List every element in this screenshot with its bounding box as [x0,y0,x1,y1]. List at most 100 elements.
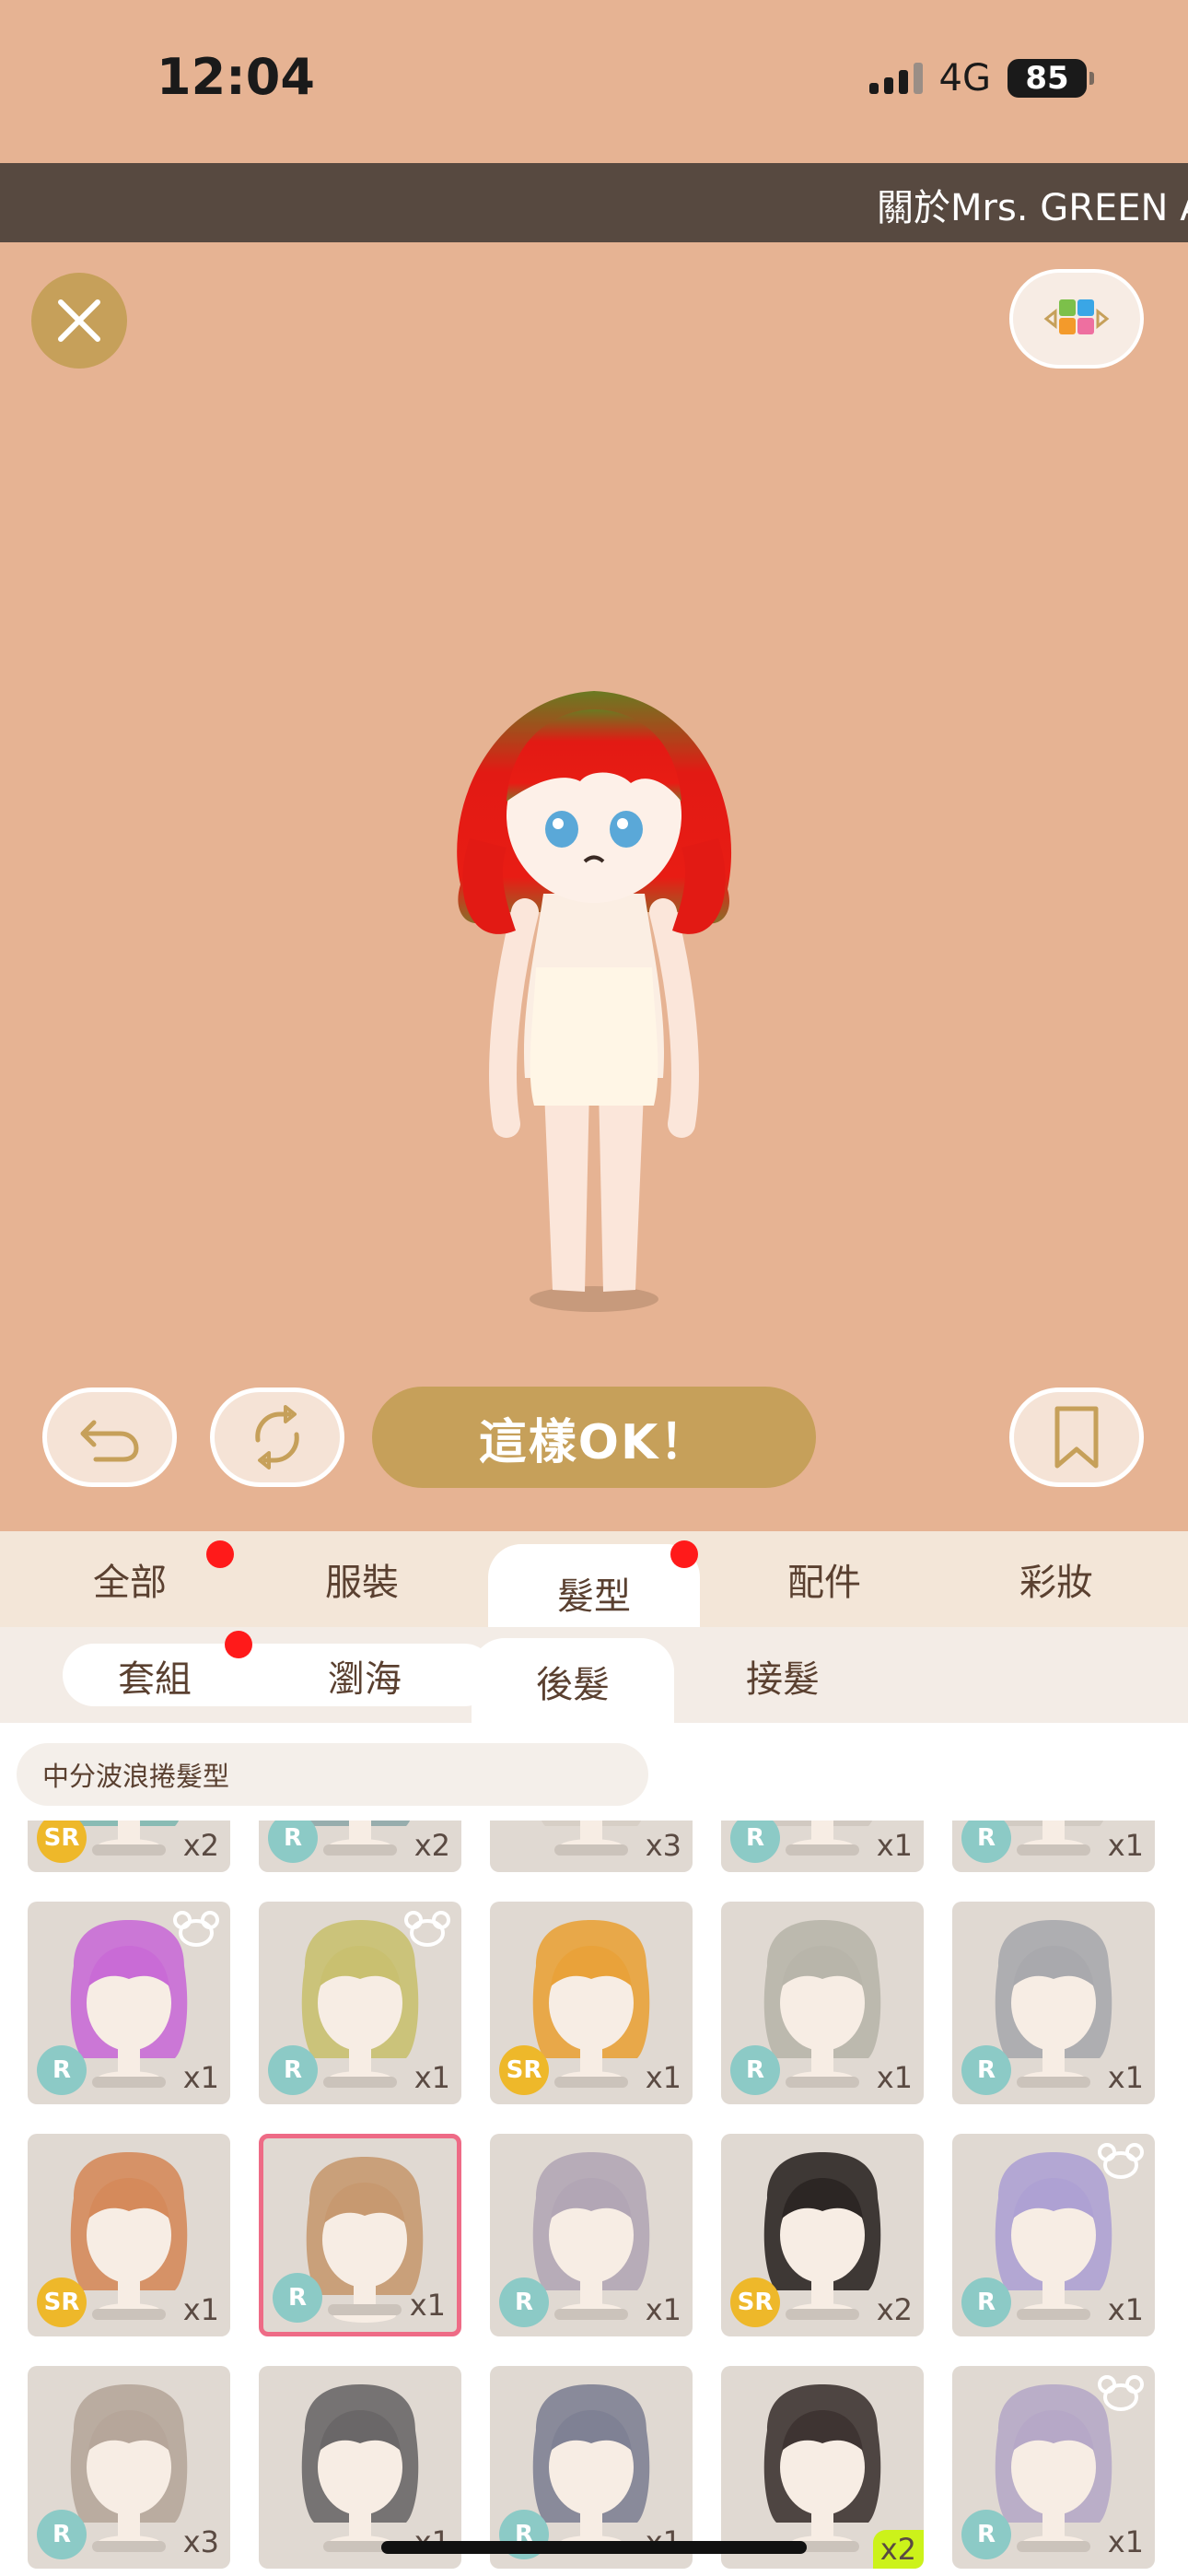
tab-label: 配件 [787,1562,861,1604]
bookmark-icon [1054,1406,1099,1469]
close-icon [58,299,100,342]
battery-indicator: 85 [1007,59,1094,98]
item-quantity: x1 [1107,1828,1144,1863]
item-tile[interactable]: Rx1 [490,2134,693,2336]
item-quantity: x1 [1107,2524,1144,2559]
item-quantity: x1 [645,2292,681,2327]
network-label: 4G [938,57,991,100]
bookmark-button[interactable] [1009,1388,1144,1487]
tab-all[interactable]: 全部 [24,1531,236,1627]
item-tile[interactable]: Rx1 [952,1821,1155,1872]
item-tile[interactable]: Rx1 [952,2134,1155,2336]
rarity-badge: R [730,2045,780,2095]
bear-icon [173,1911,219,1947]
item-quantity: x1 [1107,2292,1144,2327]
mannequin-stand [554,2309,628,2320]
item-tile[interactable]: SR x2 [721,2134,924,2336]
item-tile[interactable]: Rx1 [952,2366,1155,2569]
item-tile[interactable]: Rx1 [259,1902,461,2104]
mannequin-stand [92,1844,166,1856]
item-quantity: x1 [876,1828,913,1863]
mannequin-stand [1017,2309,1090,2320]
confirm-ok-button[interactable]: 這樣OK！ [372,1387,816,1488]
mannequin-stand [323,1844,397,1856]
item-tile[interactable]: Rx1 [28,1902,230,2104]
subtab-bangs[interactable]: 瀏海 [263,1634,466,1717]
item-quantity: x2 [872,2530,924,2569]
mannequin-stand [786,2077,859,2088]
item-tile[interactable]: SR x1 [28,2134,230,2336]
item-tile[interactable]: Rx1 [952,1902,1155,2104]
item-tile[interactable]: SR x2 [28,1821,230,1872]
item-quantity: x1 [182,2292,219,2327]
mannequin-stand [328,2304,402,2315]
subtab-label: 後髮 [536,1664,610,1706]
mannequin-stand [92,2309,166,2320]
close-button[interactable] [31,273,127,369]
item-quantity: x1 [409,2288,446,2323]
subtab-label: 套組 [118,1658,192,1701]
item-tile[interactable]: x2 [721,2366,924,2569]
tab-makeup[interactable]: 彩妝 [950,1531,1162,1627]
refresh-button[interactable] [210,1388,344,1487]
item-tile[interactable]: SR x1 [490,1902,693,2104]
news-marquee[interactable]: 關於Mrs. GREEN A [0,163,1188,242]
item-tile[interactable]: x1 [259,2366,461,2569]
item-tile[interactable]: Rx1 [721,1902,924,2104]
palette-toggle-button[interactable] [1009,269,1144,369]
rarity-badge: SR [37,2277,87,2327]
item-quantity: x2 [876,2292,913,2327]
avatar-preview [433,682,755,1327]
tab-clothing[interactable]: 服裝 [256,1531,468,1627]
item-quantity: x2 [182,1828,219,1863]
item-quantity: x1 [182,2060,219,2095]
item-quantity: x1 [1107,2060,1144,2095]
item-tile[interactable]: Rx1 [259,2134,461,2336]
rarity-badge: R [37,2045,87,2095]
item-quantity: x3 [645,1828,681,1863]
item-tile[interactable]: Rx3 [28,2366,230,2569]
item-tile[interactable]: Rx1 [490,2366,693,2569]
rarity-badge: R [961,2510,1011,2559]
marquee-text: 關於Mrs. GREEN A [877,187,1188,229]
grid-arrows-icon [1043,299,1110,334]
mannequin-stand [92,2077,166,2088]
rarity-badge: R [961,2277,1011,2327]
mannequin-stand [1017,2541,1090,2552]
mannequin-stand [1017,1844,1090,1856]
tab-label: 彩妝 [1019,1562,1093,1604]
item-quantity: x2 [413,1828,450,1863]
subtab-label: 瀏海 [328,1658,402,1701]
mannequin-stand [554,1844,628,1856]
item-tile[interactable]: x3 [490,1821,693,1872]
bear-icon [404,1911,450,1947]
mannequin-stand [554,2077,628,2088]
item-quantity: x3 [182,2524,219,2559]
signal-icon [868,63,923,94]
rarity-badge: R [273,2273,322,2323]
mannequin-stand [92,2541,166,2552]
tab-accessories[interactable]: 配件 [718,1531,930,1627]
item-quantity: x1 [876,2060,913,2095]
refresh-icon [255,1405,299,1469]
tab-label: 服裝 [325,1562,399,1604]
subtab-extensions[interactable]: 接髮 [681,1634,884,1717]
status-indicators: 4G 85 [868,57,1094,100]
notification-dot [225,1631,252,1658]
notification-dot [670,1540,698,1568]
bear-icon [1098,2375,1144,2411]
subtab-back-hair[interactable]: 後髮 [472,1638,674,1725]
status-time: 12:04 [157,48,315,106]
subtab-label: 接髮 [746,1658,820,1701]
item-grid[interactable]: SR x2 Rx2 x3 Rx1 Rx1 Rx1 Rx1 SR x1 Rx1 Rx1 SR x1 Rx1 Rx… [0,1821,1188,2576]
rarity-badge: SR [730,2277,780,2327]
undo-button[interactable] [42,1388,177,1487]
notification-dot [206,1540,234,1568]
mannequin-stand [323,2077,397,2088]
mannequin-stand [1017,2077,1090,2088]
mannequin-stand [786,2309,859,2320]
item-tile[interactable]: Rx1 [721,1821,924,1872]
item-tile[interactable]: Rx2 [259,1821,461,1872]
selected-item-name: 中分波浪捲髮型 [17,1743,648,1806]
tab-label: 髮型 [557,1575,631,1618]
